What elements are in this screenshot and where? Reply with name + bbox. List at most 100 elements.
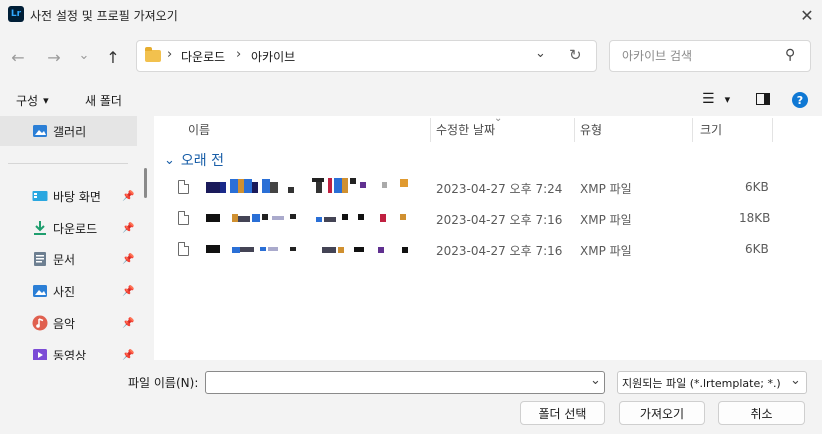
file-row[interactable]: 2023-04-27 오후 7:16 XMP 파일 18KB bbox=[174, 204, 814, 234]
recent-locations-button[interactable]: ⌄ bbox=[72, 42, 96, 68]
file-size: 6KB bbox=[745, 180, 769, 194]
cancel-button[interactable]: 취소 bbox=[718, 401, 805, 425]
back-button[interactable]: ← bbox=[6, 44, 30, 70]
sidebar-item-label: 문서 bbox=[53, 252, 76, 267]
desktop-icon bbox=[32, 188, 48, 204]
pin-icon[interactable]: 📌 bbox=[122, 286, 134, 297]
command-bar: 구성 ▾ 새 폴더 ☰ ▾ ? bbox=[0, 84, 822, 116]
import-label: 가져오기 bbox=[639, 406, 685, 421]
breadcrumb-separator: › bbox=[167, 47, 173, 62]
file-icon bbox=[178, 211, 189, 225]
address-dropdown-icon[interactable]: ⌄ bbox=[535, 46, 546, 61]
select-folder-button[interactable]: 폴더 선택 bbox=[520, 401, 605, 425]
file-name-redacted bbox=[204, 235, 414, 265]
new-folder-button[interactable]: 새 폴더 bbox=[85, 92, 122, 109]
column-header-modified[interactable]: 수정한 날짜 bbox=[436, 121, 495, 138]
breadcrumb-separator: › bbox=[236, 47, 242, 62]
new-folder-label: 새 폴더 bbox=[85, 94, 122, 108]
window-title: 사전 설정 및 프로필 가져오기 bbox=[30, 9, 178, 23]
column-header-size[interactable]: 크기 bbox=[700, 121, 722, 138]
close-button[interactable]: ✕ bbox=[794, 3, 820, 27]
lightroom-app-icon: Lr bbox=[8, 6, 24, 22]
sidebar-item-videos[interactable]: 동영상 📌 bbox=[0, 340, 137, 360]
video-icon bbox=[32, 347, 48, 360]
chevron-down-icon[interactable]: ⌄ bbox=[590, 373, 601, 388]
pin-icon[interactable]: 📌 bbox=[122, 350, 134, 361]
sidebar-divider bbox=[8, 163, 128, 164]
sidebar-item-gallery[interactable]: 갤러리 bbox=[0, 116, 137, 146]
close-icon: ✕ bbox=[800, 5, 814, 25]
chevron-down-icon: ⌄ bbox=[164, 152, 175, 168]
sidebar-item-desktop[interactable]: 바탕 화면 📌 bbox=[0, 181, 137, 211]
sidebar-item-music[interactable]: 음악 📌 bbox=[0, 308, 137, 338]
sidebar-item-label: 다운로드 bbox=[53, 221, 98, 236]
file-row[interactable]: 2023-04-27 오후 7:16 XMP 파일 6KB bbox=[174, 235, 814, 265]
pictures-icon bbox=[32, 283, 48, 299]
address-bar[interactable]: › 다운로드 › 아카이브 ⌄ ↻ bbox=[136, 40, 597, 72]
cancel-label: 취소 bbox=[750, 406, 773, 421]
forward-arrow-icon: → bbox=[47, 47, 61, 67]
file-type: XMP 파일 bbox=[580, 244, 632, 258]
sidebar-item-documents[interactable]: 문서 📌 bbox=[0, 244, 137, 274]
search-icon: ⚲ bbox=[785, 47, 796, 63]
pin-icon[interactable]: 📌 bbox=[122, 191, 134, 202]
sort-indicator-icon: ⌄ bbox=[494, 113, 503, 124]
sidebar-item-label: 음악 bbox=[53, 316, 76, 331]
list-view-icon: ☰ bbox=[702, 91, 715, 107]
column-divider[interactable] bbox=[430, 118, 431, 142]
help-icon: ? bbox=[796, 93, 804, 107]
column-divider[interactable] bbox=[574, 118, 575, 142]
chevron-down-icon: ⌄ bbox=[78, 47, 90, 63]
sidebar-item-label: 바탕 화면 bbox=[53, 189, 101, 204]
file-name-label: 파일 이름(N): bbox=[128, 376, 199, 390]
file-row[interactable]: 2023-04-27 오후 7:24 XMP 파일 6KB bbox=[174, 173, 814, 203]
column-divider[interactable] bbox=[692, 118, 693, 142]
up-button[interactable]: ↑ bbox=[101, 44, 125, 70]
column-divider[interactable] bbox=[772, 118, 773, 142]
caret-down-icon: ▾ bbox=[43, 94, 49, 107]
title-bar: Lr 사전 설정 및 프로필 가져오기 ✕ bbox=[0, 0, 822, 30]
sidebar-item-label: 사진 bbox=[53, 284, 76, 299]
organize-button[interactable]: 구성 ▾ bbox=[16, 92, 49, 109]
file-modified: 2023-04-27 오후 7:16 bbox=[436, 213, 563, 227]
search-input[interactable] bbox=[620, 48, 784, 64]
column-header-type[interactable]: 유형 bbox=[580, 121, 602, 138]
gallery-icon bbox=[32, 123, 48, 139]
column-header-name[interactable]: 이름 bbox=[188, 121, 210, 138]
back-arrow-icon: ← bbox=[11, 47, 25, 67]
sidebar-item-pictures[interactable]: 사진 📌 bbox=[0, 276, 137, 306]
dialog-footer: 파일 이름(N): ⌄ 지원되는 파일 (*.lrtemplate; *.) ⌄… bbox=[0, 360, 822, 434]
caret-down-icon: ▾ bbox=[724, 92, 731, 106]
import-button[interactable]: 가져오기 bbox=[619, 401, 705, 425]
sidebar-item-label: 갤러리 bbox=[53, 124, 87, 139]
file-size: 6KB bbox=[745, 242, 769, 256]
view-options-button[interactable]: ☰ ▾ bbox=[702, 91, 730, 107]
breadcrumb-item-downloads[interactable]: 다운로드 bbox=[181, 48, 225, 65]
preview-pane-button[interactable] bbox=[756, 93, 770, 105]
pin-icon[interactable]: 📌 bbox=[122, 254, 134, 265]
navigation-pane: 갤러리 바탕 화면 📌 다운로드 📌 문서 📌 사진 📌 음악 📌 동영상 📌 bbox=[0, 116, 146, 360]
chevron-down-icon: ⌄ bbox=[790, 373, 801, 388]
file-size: 18KB bbox=[739, 211, 771, 225]
breadcrumb-item-archive[interactable]: 아카이브 bbox=[251, 48, 295, 65]
download-icon bbox=[32, 220, 48, 236]
sidebar-item-downloads[interactable]: 다운로드 📌 bbox=[0, 213, 137, 243]
document-icon bbox=[32, 251, 48, 267]
help-button[interactable]: ? bbox=[792, 92, 808, 108]
pin-icon[interactable]: 📌 bbox=[122, 318, 134, 329]
file-icon bbox=[178, 242, 189, 256]
up-arrow-icon: ↑ bbox=[106, 47, 120, 67]
forward-button[interactable]: → bbox=[42, 44, 66, 70]
navigation-pane-scrollbar[interactable] bbox=[144, 168, 147, 198]
file-type-filter-value: 지원되는 파일 (*.lrtemplate; *.) bbox=[622, 377, 781, 390]
file-type-filter-select[interactable]: 지원되는 파일 (*.lrtemplate; *.) ⌄ bbox=[617, 371, 807, 394]
file-icon bbox=[178, 180, 189, 194]
select-folder-label: 폴더 선택 bbox=[538, 406, 587, 421]
pin-icon[interactable]: 📌 bbox=[122, 223, 134, 234]
group-header-long-ago[interactable]: ⌄ 오래 전 bbox=[164, 150, 224, 170]
file-type: XMP 파일 bbox=[580, 213, 632, 227]
file-name-combobox[interactable]: ⌄ bbox=[205, 371, 605, 394]
refresh-icon[interactable]: ↻ bbox=[569, 46, 582, 64]
file-name-redacted bbox=[204, 204, 414, 234]
search-box[interactable]: ⚲ bbox=[609, 40, 811, 72]
